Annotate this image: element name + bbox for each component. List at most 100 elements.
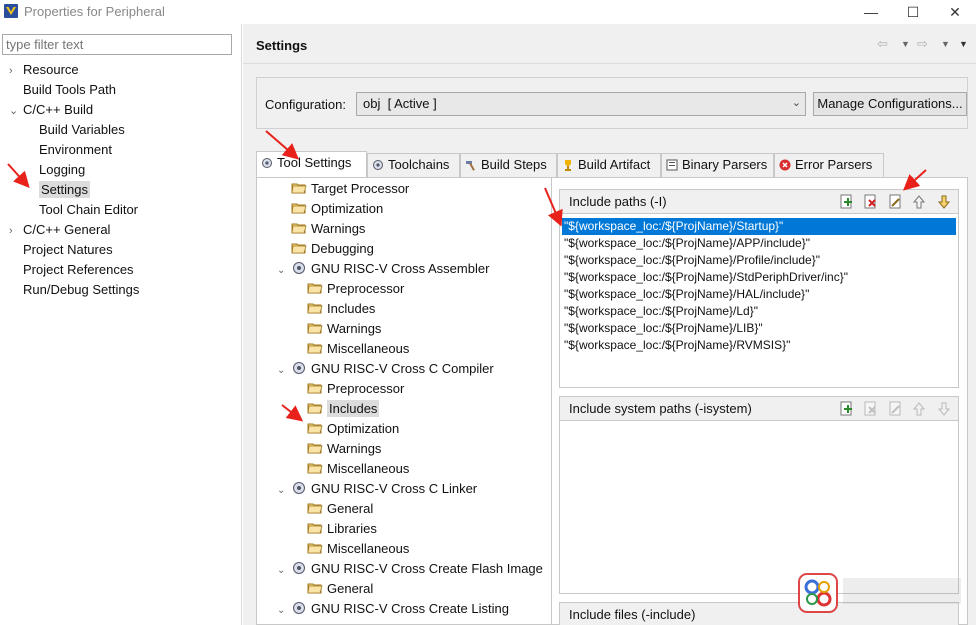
move-up-icon[interactable] bbox=[911, 194, 927, 210]
tool-settings-content: Target Processor Optimization Warnings Debu… bbox=[256, 177, 968, 625]
tree-item-tool-chain-editor[interactable]: Tool Chain Editor bbox=[25, 200, 138, 220]
expand-arrow-icon[interactable]: ⌄ bbox=[277, 361, 291, 381]
settings-panel: Settings ⇦ ▼ ⇨ ▼ ▼ Configuration: obj [ … bbox=[243, 24, 976, 625]
tree-item-resource[interactable]: › Resource bbox=[9, 60, 79, 80]
include-path-item[interactable]: "${workspace_loc:/${ProjName}/APP/includ… bbox=[562, 235, 956, 252]
include-path-item[interactable]: "${workspace_loc:/${ProjName}/LIB}" bbox=[562, 320, 956, 337]
expand-arrow-icon[interactable]: ⌄ bbox=[277, 481, 291, 501]
include-path-item[interactable]: "${workspace_loc:/${ProjName}/Profile/in… bbox=[562, 252, 956, 269]
filter-input[interactable] bbox=[2, 34, 232, 55]
tab-build-artifact[interactable]: Build Artifact bbox=[557, 153, 661, 177]
tool-tree-item[interactable]: Target Processor bbox=[277, 179, 409, 199]
move-down-icon[interactable] bbox=[936, 194, 952, 210]
collapse-arrow-icon[interactable]: › bbox=[9, 61, 23, 81]
tool-tree-item[interactable]: General bbox=[293, 579, 373, 599]
configuration-select[interactable]: obj [ Active ] ⌄ bbox=[356, 92, 806, 116]
tool-tree-item[interactable]: Includes bbox=[293, 399, 380, 419]
window-title: Properties for Peripheral bbox=[24, 4, 165, 19]
forward-arrow-icon[interactable]: ⇨ bbox=[917, 36, 928, 52]
collapse-arrow-icon[interactable]: › bbox=[9, 221, 23, 241]
tool-tree-item[interactable]: Miscellaneous bbox=[293, 459, 409, 479]
tool-tree-item[interactable]: Preprocessor bbox=[293, 379, 404, 399]
tool-tree-item[interactable]: Optimization bbox=[293, 419, 399, 439]
tool-tree-item[interactable]: General bbox=[293, 499, 373, 519]
close-button[interactable]: ✕ bbox=[940, 2, 970, 22]
expand-arrow-icon[interactable]: ⌄ bbox=[277, 561, 291, 581]
tool-tree-item[interactable]: Preprocessor bbox=[293, 279, 404, 299]
minimize-button[interactable]: — bbox=[856, 2, 886, 22]
tree-item-environment[interactable]: Environment bbox=[25, 140, 112, 160]
tool-tree-item[interactable]: ⌄ GNU RISC-V Cross C Compiler bbox=[277, 359, 494, 379]
tool-tree-label: GNU RISC-V Cross Assembler bbox=[311, 261, 490, 276]
tool-tree-item[interactable]: Miscellaneous bbox=[293, 539, 409, 559]
tab-toolchains[interactable]: Toolchains bbox=[367, 153, 460, 177]
include-path-item[interactable]: "${workspace_loc:/${ProjName}/HAL/includ… bbox=[562, 286, 956, 303]
maximize-button[interactable]: ☐ bbox=[898, 2, 928, 22]
tab-binary-parsers[interactable]: Binary Parsers bbox=[661, 153, 774, 177]
include-path-item[interactable]: "${workspace_loc:/${ProjName}/Startup}" bbox=[562, 218, 956, 235]
expand-arrow-icon[interactable]: ⌄ bbox=[277, 261, 291, 281]
tree-item-label: Logging bbox=[39, 162, 86, 177]
tool-icon bbox=[291, 261, 311, 276]
tool-tree-label: Optimization bbox=[327, 421, 400, 436]
tree-item-run-debug-settings[interactable]: Run/Debug Settings bbox=[9, 280, 139, 300]
tab-build-steps[interactable]: Build Steps bbox=[460, 153, 557, 177]
tool-tree-item[interactable]: ⌄ GNU RISC-V Cross C Linker bbox=[277, 479, 477, 499]
tree-item-build-variables[interactable]: Build Variables bbox=[25, 120, 125, 140]
forward-menu-icon[interactable]: ▼ bbox=[941, 39, 950, 49]
tool-tree-item[interactable]: Debugging bbox=[277, 239, 374, 259]
add-icon[interactable] bbox=[838, 401, 854, 417]
back-arrow-icon[interactable]: ⇦ bbox=[877, 36, 888, 52]
tool-tree-item[interactable]: ⌄ GNU RISC-V Cross Create Listing bbox=[277, 599, 509, 619]
move-up-icon[interactable] bbox=[911, 401, 927, 417]
include-path-item[interactable]: "${workspace_loc:/${ProjName}/Ld}" bbox=[562, 303, 956, 320]
include-paths-header: Include paths (-I) bbox=[560, 190, 958, 214]
back-menu-icon[interactable]: ▼ bbox=[901, 39, 910, 49]
folder-icon bbox=[307, 581, 327, 596]
tool-tree-label: Optimization bbox=[311, 201, 384, 216]
manage-configurations-button[interactable]: Manage Configurations... bbox=[813, 92, 967, 116]
view-menu-icon[interactable]: ▼ bbox=[959, 39, 968, 49]
move-down-icon[interactable] bbox=[936, 401, 952, 417]
tool-tree-item[interactable]: Miscellaneous bbox=[293, 339, 409, 359]
tree-item-label: Environment bbox=[39, 142, 112, 157]
tab-label: Build Artifact bbox=[578, 157, 651, 172]
tool-tree-item[interactable]: Includes bbox=[293, 299, 375, 319]
tool-tree-label: GNU RISC-V Cross Create Listing bbox=[311, 601, 509, 616]
edit-icon[interactable] bbox=[887, 401, 903, 417]
configuration-label: Configuration: bbox=[265, 97, 346, 112]
tool-tree-item[interactable]: Warnings bbox=[293, 439, 381, 459]
tree-item-settings[interactable]: Settings bbox=[25, 180, 90, 200]
folder-icon bbox=[307, 381, 327, 396]
delete-icon[interactable] bbox=[862, 401, 878, 417]
folder-icon bbox=[307, 281, 327, 296]
tab-error-parsers[interactable]: Error Parsers bbox=[774, 153, 884, 177]
add-icon[interactable] bbox=[838, 194, 854, 210]
delete-icon[interactable] bbox=[862, 194, 878, 210]
tab-label: Build Steps bbox=[481, 157, 547, 172]
tool-tree-item[interactable]: ⌄ GNU RISC-V Cross Create Flash Image bbox=[277, 559, 543, 579]
tree-item-project-natures[interactable]: Project Natures bbox=[9, 240, 113, 260]
tree-item-c-c-general[interactable]: › C/C++ General bbox=[9, 220, 110, 240]
app-logo-icon bbox=[4, 4, 18, 18]
tree-item-build-tools-path[interactable]: Build Tools Path bbox=[9, 80, 116, 100]
include-path-item[interactable]: "${workspace_loc:/${ProjName}/StdPeriphD… bbox=[562, 269, 956, 286]
tool-tree-item[interactable]: ⌄ GNU RISC-V Cross Assembler bbox=[277, 259, 489, 279]
expand-arrow-icon[interactable]: ⌄ bbox=[9, 101, 23, 121]
tree-item-label: Tool Chain Editor bbox=[39, 202, 138, 217]
tool-icon bbox=[291, 481, 311, 496]
tool-tree-item[interactable]: Libraries bbox=[293, 519, 377, 539]
tool-tree-item[interactable]: Optimization bbox=[277, 199, 383, 219]
edit-icon[interactable] bbox=[887, 194, 903, 210]
tree-item-c-c-build[interactable]: ⌄ C/C++ Build bbox=[9, 100, 93, 120]
tool-tree-item[interactable]: Warnings bbox=[293, 319, 381, 339]
include-path-item[interactable]: "${workspace_loc:/${ProjName}/RVMSIS}" bbox=[562, 337, 956, 354]
expand-arrow-icon[interactable]: ⌄ bbox=[277, 601, 291, 621]
tool-tree-label: GNU RISC-V Cross C Linker bbox=[311, 481, 478, 496]
tree-item-logging[interactable]: Logging bbox=[25, 160, 85, 180]
tree-item-project-references[interactable]: Project References bbox=[9, 260, 134, 280]
tool-tree-item[interactable]: Warnings bbox=[277, 219, 365, 239]
folder-icon bbox=[307, 401, 327, 416]
tab-tool-settings[interactable]: Tool Settings bbox=[256, 151, 367, 177]
tool-tree-label: Warnings bbox=[327, 321, 382, 336]
